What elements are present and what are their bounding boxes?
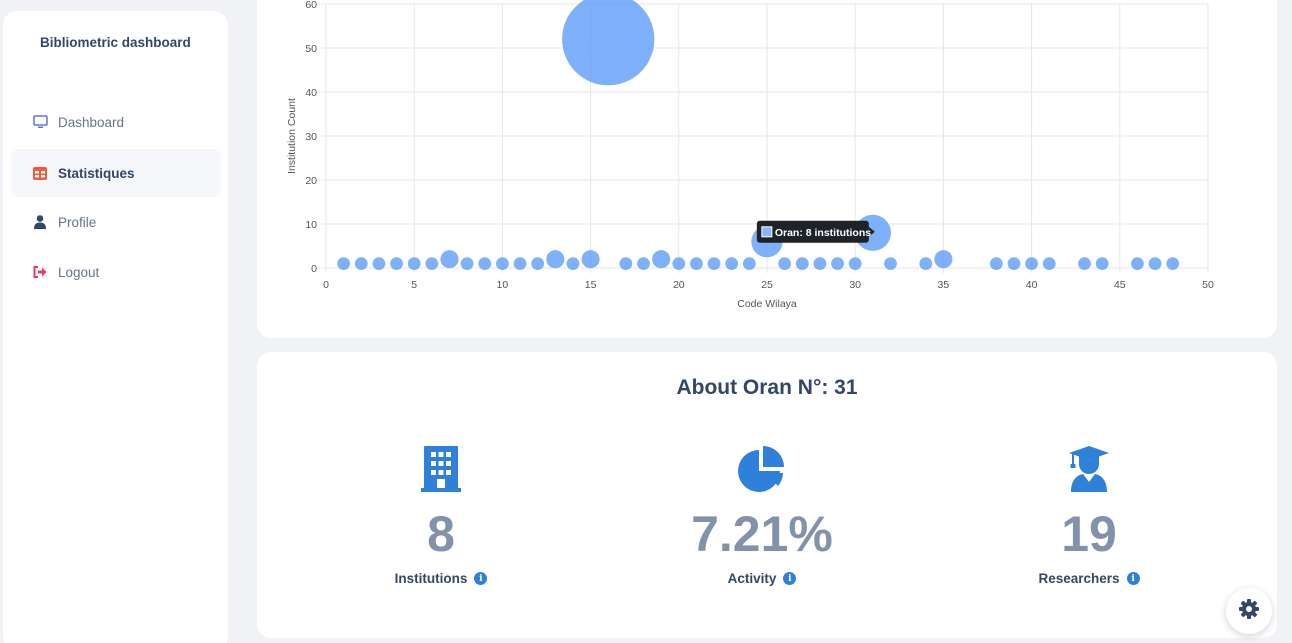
about-title: About Oran N°: 31 [676, 376, 858, 399]
data-point [546, 250, 565, 269]
sidebar-item-label: Profile [58, 214, 97, 230]
data-point [690, 257, 703, 270]
x-tick-label: 35 [938, 279, 950, 291]
sidebar-item-label: Dashboard [58, 114, 125, 130]
info-icon[interactable]: i [1126, 572, 1140, 585]
brand-title: Bibliometric dashboard [40, 35, 191, 50]
y-tick-label: 20 [305, 175, 317, 187]
data-point [919, 257, 933, 270]
stat-researchers: 19 Researchers i [964, 446, 1214, 586]
chart-card: 0 5 10 15 20 25 30 35 40 45 50 0 10 20 30 40 50 60 Code Wi… [257, 0, 1277, 338]
x-tick-label: 0 [323, 279, 329, 291]
stat-label: Researchers [1038, 571, 1120, 586]
data-point [1007, 257, 1021, 270]
data-point [531, 257, 545, 270]
x-axis-label: Code Wilaya [737, 298, 797, 310]
data-point [1078, 257, 1091, 270]
y-axis-label: Institution Count [286, 98, 298, 174]
settings-button[interactable] [1226, 588, 1272, 634]
tooltip-swatch [761, 226, 773, 238]
info-icon[interactable]: i [474, 572, 488, 585]
data-point [652, 250, 671, 269]
logout-icon [32, 264, 48, 280]
stat-value: 7.21% [691, 506, 833, 562]
sidebar-item-label: Statistiques [58, 165, 135, 181]
data-point [1166, 257, 1180, 270]
data-point [619, 257, 633, 270]
stat-label: Institutions [394, 571, 468, 586]
data-point [372, 257, 386, 270]
data-point [813, 257, 827, 270]
data-point [795, 257, 809, 270]
data-point [725, 257, 739, 270]
building-icon [421, 446, 461, 492]
x-tick-label: 50 [1202, 279, 1214, 291]
data-point [513, 257, 527, 270]
x-tick-label: 10 [497, 279, 509, 291]
chart-tooltip: Oran: 8 institutions [756, 220, 875, 243]
tooltip-text: Oran: 8 institutions [775, 227, 871, 239]
sidebar: Bibliometric dashboard Dashboard Statist… [3, 11, 228, 643]
stat-institutions: 8 Institutions i [316, 446, 566, 586]
data-point [707, 257, 721, 270]
data-point [407, 257, 421, 270]
sidebar-item-profile[interactable]: Profile [11, 198, 221, 246]
data-point [460, 257, 474, 270]
sidebar-item-statistiques[interactable]: Statistiques [11, 149, 221, 197]
x-tick-label: 20 [673, 279, 685, 291]
user-icon [32, 214, 48, 230]
y-tick-label: 0 [311, 263, 317, 275]
data-point [1042, 257, 1056, 270]
about-card: About Oran N°: 31 8 Institutions i 7.21%… [257, 352, 1277, 638]
data-point [831, 257, 844, 270]
sidebar-item-dashboard[interactable]: Dashboard [11, 98, 221, 146]
data-point [637, 257, 650, 270]
stat-label: Activity [727, 571, 777, 586]
data-point [478, 257, 492, 270]
data-point [337, 257, 351, 270]
data-point [848, 257, 862, 270]
data-point [425, 257, 439, 270]
monitor-icon [32, 114, 48, 130]
data-point [1131, 257, 1144, 270]
x-tick-label: 40 [1026, 279, 1038, 291]
y-tick-label: 50 [305, 43, 317, 55]
data-point [989, 257, 1003, 270]
data-point [884, 257, 897, 270]
data-point [440, 250, 459, 269]
gear-icon [1239, 598, 1259, 624]
data-point [742, 257, 756, 270]
data-point [581, 250, 600, 269]
sidebar-item-label: Logout [58, 264, 100, 280]
x-tick-label: 45 [1114, 279, 1126, 291]
data-point [496, 257, 509, 270]
x-tick-label: 5 [411, 279, 417, 291]
stat-activity: 7.21% Activity i [637, 446, 887, 586]
data-point [1025, 257, 1038, 270]
data-point [1148, 257, 1162, 270]
sidebar-item-logout[interactable]: Logout [11, 248, 221, 296]
y-tick-label: 60 [305, 0, 317, 11]
bubble-chart: 0 5 10 15 20 25 30 35 40 45 50 0 10 20 30 40 50 60 Code Wi… [286, 0, 1214, 310]
y-tick-label: 10 [305, 219, 317, 231]
data-point [566, 257, 580, 270]
y-tick-label: 40 [305, 87, 317, 99]
data-point [934, 250, 953, 269]
pie-chart-icon [738, 446, 786, 492]
data-point [390, 257, 403, 270]
table-icon [32, 165, 48, 181]
data-point [672, 257, 686, 270]
data-point [354, 257, 368, 270]
stat-value: 8 [427, 506, 455, 562]
data-point [1095, 257, 1109, 270]
info-icon[interactable]: i [783, 572, 797, 585]
x-tick-label: 25 [761, 279, 773, 291]
y-tick-label: 30 [305, 131, 317, 143]
x-tick-label: 30 [849, 279, 861, 291]
data-point [778, 257, 792, 270]
stat-value: 19 [1061, 506, 1117, 562]
data-point [562, 0, 655, 86]
graduate-icon [1069, 446, 1109, 492]
x-tick-label: 15 [585, 279, 597, 291]
